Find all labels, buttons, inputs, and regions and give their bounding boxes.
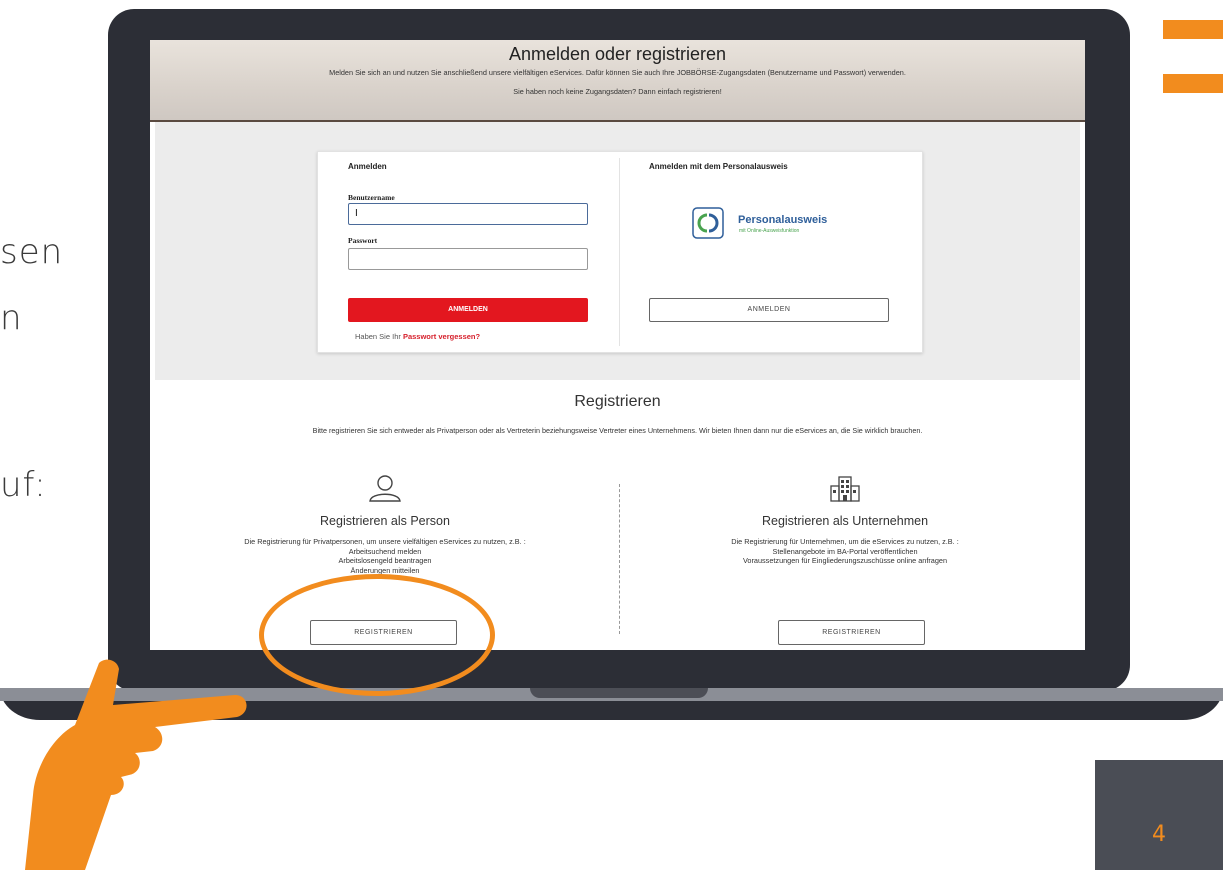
- register-person-intro: Die Registrierung für Privatpersonen, um…: [244, 537, 526, 546]
- register-person-text: Die Registrierung für Privatpersonen, um…: [160, 537, 610, 575]
- register-company-item: Voraussetzungen für Eingliederungszuschü…: [742, 556, 948, 565]
- register-company-text: Die Registrierung für Unternehmen, um di…: [630, 537, 1060, 566]
- register-person-heading: Registrieren als Person: [320, 514, 450, 528]
- slide-text-fragment-3: uf:: [0, 465, 47, 505]
- personalausweis-logo-subtext: mit Online-Ausweisfunktion: [739, 228, 800, 234]
- laptop-screen: Anmelden oder registrieren Melden Sie si…: [150, 40, 1085, 650]
- id-login-heading: Anmelden mit dem Personalausweis: [649, 162, 788, 171]
- page-number-box: 4: [1095, 760, 1223, 870]
- hero-register-hint: Sie haben noch keine Zugangsdaten? Dann …: [513, 87, 722, 96]
- login-button[interactable]: ANMELDEN: [348, 298, 588, 322]
- register-subtitle: Bitte registrieren Sie sich entweder als…: [312, 426, 923, 435]
- accent-bar-bottom: [1163, 74, 1223, 93]
- username-label: Benutzername: [348, 193, 395, 202]
- register-company-item: Stellenangebote im BA-Portal veröffentli…: [772, 546, 918, 556]
- register-company-heading: Registrieren als Unternehmen: [761, 514, 929, 528]
- pointing-hand-icon: [25, 659, 247, 870]
- login-card: Anmelden Benutzername I Passwort ANMELDE…: [317, 151, 923, 353]
- forgot-password-prefix: Haben Sie Ihr: [355, 332, 403, 341]
- person-icon: [367, 473, 403, 503]
- hero-banner: Anmelden oder registrieren Melden Sie si…: [150, 40, 1085, 122]
- personalausweis-logo: [692, 207, 724, 239]
- laptop-notch: [530, 688, 708, 698]
- id-login-button[interactable]: ANMELDEN: [649, 298, 889, 322]
- page-number: 4: [1152, 822, 1166, 847]
- page-title: Anmelden oder registrieren: [508, 44, 727, 64]
- register-company-intro: Die Registrierung für Unternehmen, um di…: [731, 537, 959, 546]
- username-field[interactable]: I: [348, 203, 588, 225]
- highlight-circle: [259, 574, 495, 696]
- personalausweis-icon: [692, 207, 724, 239]
- slide-text-fragment-1: sen: [0, 232, 64, 272]
- forgot-password-link[interactable]: Passwort vergessen?: [403, 332, 480, 341]
- register-company-button[interactable]: REGISTRIEREN: [778, 620, 925, 645]
- card-divider: [619, 158, 620, 346]
- password-label: Passwort: [348, 236, 378, 245]
- slide-text-fragment-2: n: [0, 298, 23, 338]
- password-field[interactable]: [348, 248, 588, 270]
- register-person-item: Arbeitsuchend melden: [348, 546, 422, 556]
- forgot-password-text: Haben Sie Ihr Passwort vergessen?: [355, 332, 480, 341]
- register-title: Registrieren: [574, 393, 661, 410]
- register-divider: [619, 484, 620, 634]
- register-person-item: Arbeitslosengeld beantragen: [338, 556, 432, 565]
- hero-subtitle: Melden Sie sich an und nutzen Sie anschl…: [329, 68, 906, 77]
- login-heading: Anmelden: [348, 162, 387, 171]
- company-building-icon: [830, 476, 860, 502]
- accent-bar-top: [1163, 20, 1223, 39]
- personalausweis-logo-text: Personalausweis: [738, 214, 828, 226]
